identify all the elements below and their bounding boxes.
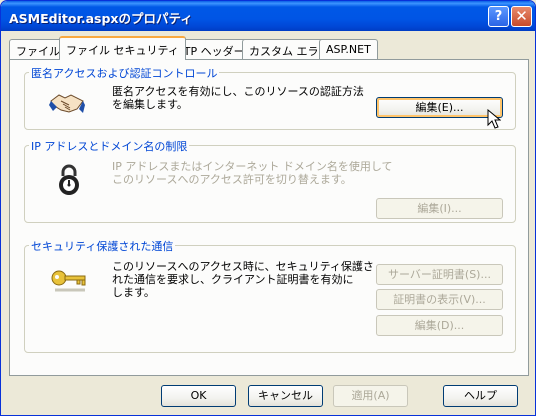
- auth-control-description: 匿名アクセスを有効にし、このリソースの認証方法 を編集します。: [112, 85, 364, 111]
- key-icon: [51, 270, 86, 292]
- close-icon[interactable]: ✕: [511, 6, 532, 27]
- secure-communications-description: このリソースへのアクセス時に、セキュリティ保護さ れた通信を要求し、クライアント…: [112, 260, 374, 299]
- tab-file-security[interactable]: ファイル セキュリティ: [59, 36, 186, 60]
- ip-restrictions-group-title: IP アドレスとドメイン名の制限: [29, 138, 190, 154]
- ip-desc-line2: このリソースへのアクセス許可を切り替えます。: [112, 173, 352, 186]
- server-certificate-button[interactable]: サーバー証明書(S)...: [376, 264, 503, 285]
- title-bar[interactable]: ASMEditor.aspxのプロパティ ? ✕: [1, 1, 535, 31]
- cancel-button[interactable]: キャンセル: [248, 385, 323, 407]
- handshake-icon: [49, 94, 85, 113]
- view-certificate-button[interactable]: 証明書の表示(V)...: [376, 289, 503, 310]
- ip-desc-line1: IP アドレスまたはインターネット ドメイン名を使用して: [112, 160, 393, 173]
- auth-control-group: 匿名アクセスおよび認証コントロール 匿名アクセスを有効にし、このリソースの認証方…: [24, 65, 516, 130]
- padlock-icon: [59, 164, 79, 195]
- auth-desc-line1: 匿名アクセスを有効にし、このリソースの認証方法: [112, 85, 364, 98]
- help-icon[interactable]: ?: [488, 6, 509, 27]
- window-title: ASMEditor.aspxのプロパティ: [9, 11, 193, 26]
- secure-desc-line1: このリソースへのアクセス時に、セキュリティ保護さ: [112, 260, 374, 273]
- secure-edit-button[interactable]: 編集(D)...: [376, 315, 503, 336]
- auth-edit-button[interactable]: 編集(E)...: [376, 97, 503, 118]
- auth-desc-line2: を編集します。: [112, 98, 188, 111]
- ip-restrictions-description: IP アドレスまたはインターネット ドメイン名を使用して このリソースへのアクセ…: [112, 160, 393, 186]
- ip-restrictions-group: IP アドレスとドメイン名の制限 IP アドレスまたはインターネット ドメイン名…: [24, 138, 516, 223]
- ok-button[interactable]: OK: [161, 385, 236, 407]
- secure-communications-group: セキュリティ保護された通信 このリソースへのアクセス時に、セキュリティ保護さ れ…: [24, 238, 516, 353]
- auth-control-group-title: 匿名アクセスおよび認証コントロール: [29, 65, 220, 81]
- secure-communications-group-title: セキュリティ保護された通信: [29, 238, 176, 254]
- help-button[interactable]: ヘルプ: [443, 385, 518, 407]
- tab-aspnet[interactable]: ASP.NET: [319, 39, 378, 59]
- ip-edit-button[interactable]: 編集(I)...: [376, 198, 503, 219]
- apply-button[interactable]: 適用(A): [333, 385, 408, 407]
- tab-panel-file-security: 匿名アクセスおよび認証コントロール 匿名アクセスを有効にし、このリソースの認証方…: [9, 59, 529, 376]
- secure-desc-line2: れた通信を要求し、クライアント証明書を有効に: [112, 273, 354, 286]
- secure-desc-line3: します。: [112, 286, 155, 299]
- mouse-cursor-icon: [487, 109, 501, 129]
- properties-dialog: ASMEditor.aspxのプロパティ ? ✕ ファイル ファイル セキュリテ…: [0, 0, 536, 416]
